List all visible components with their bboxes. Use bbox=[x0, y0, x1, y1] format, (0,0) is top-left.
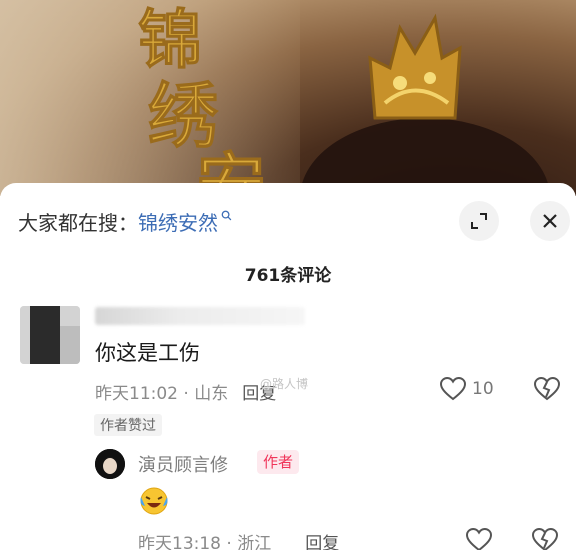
close-button[interactable] bbox=[530, 201, 570, 241]
reply-like-button[interactable] bbox=[465, 527, 493, 550]
author-avatar[interactable] bbox=[95, 449, 125, 479]
comment-sheet: 大家都在搜： 锦绣安然 761条评论 你这是工伤 昨天11:02 · 山东 回复… bbox=[0, 183, 576, 550]
comment-time-location: 昨天11:02 · 山东 bbox=[95, 384, 229, 404]
like-count: 10 bbox=[472, 379, 494, 399]
reply-meta: 昨天13:18 · 浙江 回复 bbox=[138, 529, 339, 550]
expand-button[interactable] bbox=[459, 201, 499, 241]
video-banner[interactable]: 锦 绣 安 bbox=[0, 0, 576, 196]
comment-text: 你这是工伤 bbox=[95, 341, 200, 365]
author-tag: 作者 bbox=[257, 450, 300, 474]
reply-time-location: 昨天13:18 · 浙江 bbox=[138, 534, 272, 550]
watermark: @路人博 bbox=[260, 377, 309, 391]
avatar-image bbox=[20, 306, 80, 364]
trending-search-term[interactable]: 锦绣安然 bbox=[138, 207, 218, 236]
expand-icon bbox=[471, 213, 487, 229]
title-calligraphy: 锦 绣 安 bbox=[138, 3, 267, 197]
heart-icon bbox=[465, 527, 493, 550]
close-icon bbox=[543, 214, 557, 228]
reply-dislike-button[interactable] bbox=[531, 527, 559, 550]
username-redacted bbox=[95, 307, 305, 325]
svg-text:锦: 锦 bbox=[138, 3, 202, 78]
reply-reply-button[interactable]: 回复 bbox=[305, 529, 339, 550]
heart-icon bbox=[440, 377, 466, 401]
hair-crown-ornament bbox=[368, 13, 462, 120]
author-liked-badge: 作者赞过 bbox=[94, 414, 162, 436]
broken-heart-icon bbox=[533, 376, 561, 401]
like-button[interactable]: 10 bbox=[440, 377, 494, 401]
author-avatar-image bbox=[95, 449, 125, 479]
trending-search-prefix: 大家都在搜： bbox=[18, 211, 138, 235]
search-icon bbox=[221, 210, 232, 221]
reply-author-name[interactable]: 演员顾言修 bbox=[138, 451, 228, 477]
trending-search[interactable]: 大家都在搜： 锦绣安然 bbox=[18, 207, 232, 236]
broken-heart-icon bbox=[531, 527, 559, 550]
avatar[interactable] bbox=[20, 306, 80, 364]
laughing-crying-emoji bbox=[138, 485, 170, 521]
comment-count-title: 761条评论 bbox=[244, 266, 332, 286]
dislike-button[interactable] bbox=[533, 376, 561, 405]
comment-meta: 昨天11:02 · 山东 回复 bbox=[95, 379, 276, 404]
